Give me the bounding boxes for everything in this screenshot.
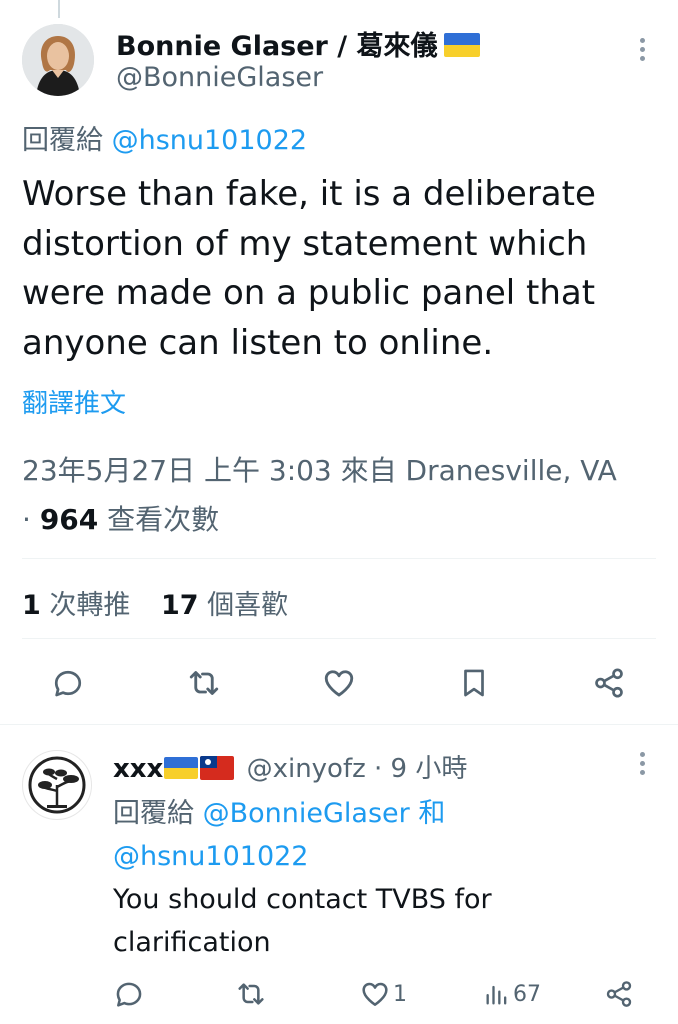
- author-name-text: Bonnie Glaser / 葛來儀: [116, 31, 438, 62]
- reply-to-link[interactable]: @hsnu101022: [112, 125, 307, 156]
- reply-author-handle[interactable]: @xinyofz: [247, 754, 366, 784]
- retweets-label: 次轉推: [49, 590, 131, 621]
- retweets-stat[interactable]: 1 次轉推: [22, 590, 130, 621]
- reply-icon: [116, 982, 142, 1007]
- divider: [22, 638, 656, 639]
- bookmark-icon: [464, 669, 484, 697]
- divider: [22, 558, 656, 559]
- reply-button[interactable]: [43, 658, 93, 708]
- more-vertical-icon: [634, 752, 650, 775]
- retweet-icon: [238, 983, 264, 1005]
- section-divider: [0, 724, 678, 725]
- like-button[interactable]: [314, 658, 364, 708]
- reply-action-bar: 1 67: [113, 972, 653, 1016]
- heart-icon: [362, 982, 388, 1006]
- reply-header: xxx @xinyofz · 9 小時: [113, 748, 467, 785]
- tweet-action-bar: [22, 658, 656, 708]
- reply-author-avatar[interactable]: [22, 750, 92, 820]
- reply-author-name[interactable]: xxx: [113, 754, 163, 784]
- author-avatar[interactable]: [22, 24, 94, 96]
- tweet-text: Worse than fake, it is a deliberate dist…: [22, 174, 596, 363]
- likes-count: 17: [160, 590, 199, 621]
- share-button[interactable]: [584, 658, 634, 708]
- taiwan-flag-icon: [200, 756, 235, 780]
- engagement-stats: 1 次轉推 17 個喜歡: [22, 583, 288, 622]
- reply-context: 回覆給 @BonnieGlaser 和 @hsnu101022: [113, 792, 653, 878]
- share-icon: [606, 981, 632, 1007]
- reply-context: 回覆給 @hsnu101022: [22, 118, 307, 157]
- views-chart-icon: [486, 985, 507, 1005]
- reply-share-button[interactable]: [604, 972, 634, 1016]
- reply-prefix: 回覆給: [22, 125, 103, 156]
- reply-views-count: 67: [513, 981, 541, 1007]
- views-separator: ·: [22, 503, 31, 536]
- ukraine-flag-icon: [164, 757, 199, 779]
- views-count: 964: [39, 503, 99, 536]
- reply-reply-button[interactable]: [113, 972, 145, 1016]
- author-name[interactable]: Bonnie Glaser / 葛來儀: [116, 24, 480, 63]
- reply-prefix: 回覆給: [113, 798, 194, 829]
- mention-conjunction: 和: [418, 798, 446, 829]
- reply-like-button[interactable]: 1: [359, 972, 407, 1016]
- likes-stat[interactable]: 17 個喜歡: [161, 590, 288, 621]
- reply-views-button[interactable]: 67: [483, 972, 541, 1016]
- retweet-icon: [189, 671, 219, 695]
- ukraine-flag-icon: [443, 33, 480, 57]
- mention-link[interactable]: @hsnu101022: [113, 841, 308, 872]
- reply-like-count: 1: [393, 981, 407, 1007]
- author-handle[interactable]: @BonnieGlaser: [116, 62, 323, 93]
- views-label: 查看次數: [107, 503, 220, 536]
- more-options-button[interactable]: [633, 38, 651, 68]
- tweet-views: · 964 查看次數: [22, 498, 219, 538]
- thread-connector-line: [58, 0, 60, 18]
- reply-more-options-button[interactable]: [634, 752, 650, 782]
- likes-label: 個喜歡: [207, 590, 289, 621]
- retweets-count: 1: [22, 590, 41, 621]
- reply-icon: [54, 670, 82, 697]
- bookmark-button[interactable]: [449, 658, 499, 708]
- reply-text: You should contact TVBS for clarificatio…: [113, 884, 492, 958]
- share-icon: [595, 668, 623, 698]
- translate-tweet-link[interactable]: 翻譯推文: [22, 383, 126, 420]
- reply-time[interactable]: · 9 小時: [374, 754, 467, 784]
- heart-icon: [324, 670, 354, 697]
- tweet-timestamp[interactable]: 23年5月27日 上午 3:03 來自 Dranesville, VA: [22, 449, 617, 489]
- reply-retweet-button[interactable]: [235, 972, 267, 1016]
- mention-link[interactable]: @BonnieGlaser: [203, 798, 410, 829]
- more-vertical-icon: [633, 38, 651, 61]
- retweet-button[interactable]: [179, 658, 229, 708]
